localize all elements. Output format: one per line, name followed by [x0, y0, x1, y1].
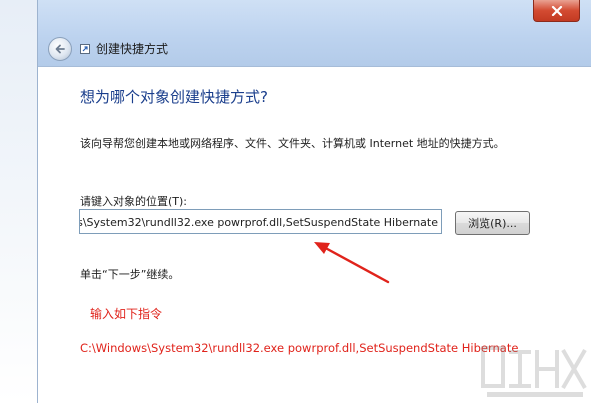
create-shortcut-window: 创建快捷方式 想为哪个对象创建快捷方式? 该向导帮您创建本地或网络程序、文件、文…	[37, 0, 591, 403]
desktop-background	[0, 0, 37, 403]
watermark-logo-icon	[481, 346, 587, 397]
